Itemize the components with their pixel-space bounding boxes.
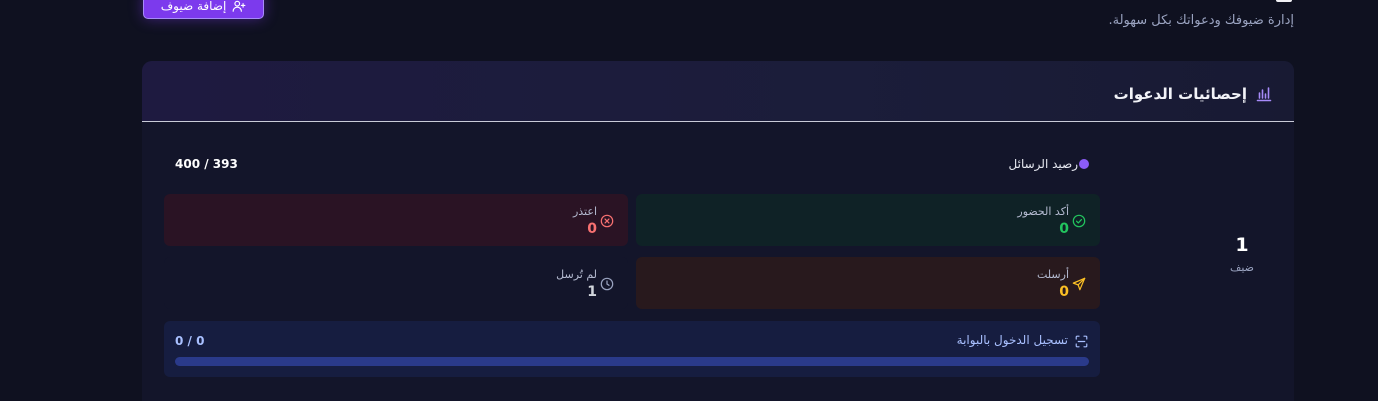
check-circle-icon: [1072, 214, 1086, 228]
unsent-value: 1: [587, 284, 597, 300]
message-balance-value: 400 / 393: [175, 157, 238, 171]
unsent-stat: لم تُرسل 1: [164, 257, 628, 309]
bar-chart-icon: [1256, 87, 1272, 102]
declined-value: 0: [587, 221, 597, 237]
add-guests-button[interactable]: إضافة ضيوف: [143, 0, 264, 19]
declined-label: اعتذر: [572, 205, 597, 218]
message-balance-label: رصيد الرسائل: [1008, 157, 1078, 171]
guest-count-label: ضيف: [1229, 261, 1255, 274]
card-header: إحصائيات الدعوات: [142, 61, 1294, 122]
scan-icon: [1075, 335, 1088, 348]
confirmed-value: 0: [1059, 221, 1069, 237]
unsent-label: لم تُرسل: [556, 268, 597, 281]
invitation-stats-card: إحصائيات الدعوات 1 ضيف رصيد الرسائل 400 …: [142, 61, 1294, 401]
sent-stat: أرسلت 0: [636, 257, 1100, 309]
declined-stat: اعتذر 0: [164, 194, 628, 246]
x-circle-icon: [600, 214, 614, 228]
confirmed-label: أكد الحضور: [1017, 205, 1069, 218]
gate-checkin-value: 0 / 0: [175, 334, 205, 348]
clock-icon: [600, 277, 614, 291]
send-icon: [1072, 277, 1086, 291]
balance-dot: [1079, 159, 1089, 169]
user-plus-icon: [232, 0, 246, 12]
gate-checkin-label: تسجيل الدخول بالبوابة: [956, 333, 1068, 347]
card-title: إحصائيات الدعوات: [1113, 85, 1247, 103]
page-subtitle: إدارة ضيوفك ودعواتك بكل سهولة.: [1108, 13, 1294, 28]
confirmed-stat: أكد الحضور 0: [636, 194, 1100, 246]
guest-count: 1: [1235, 234, 1249, 256]
gate-checkin-progress-bar: [175, 357, 1089, 366]
sent-value: 0: [1059, 284, 1069, 300]
page-title-fragment: [1276, 0, 1292, 2]
sent-label: أرسلت: [1036, 268, 1069, 281]
gate-checkin-panel: تسجيل الدخول بالبوابة 0 / 0: [164, 321, 1100, 377]
add-guests-label: إضافة ضيوف: [160, 0, 227, 13]
